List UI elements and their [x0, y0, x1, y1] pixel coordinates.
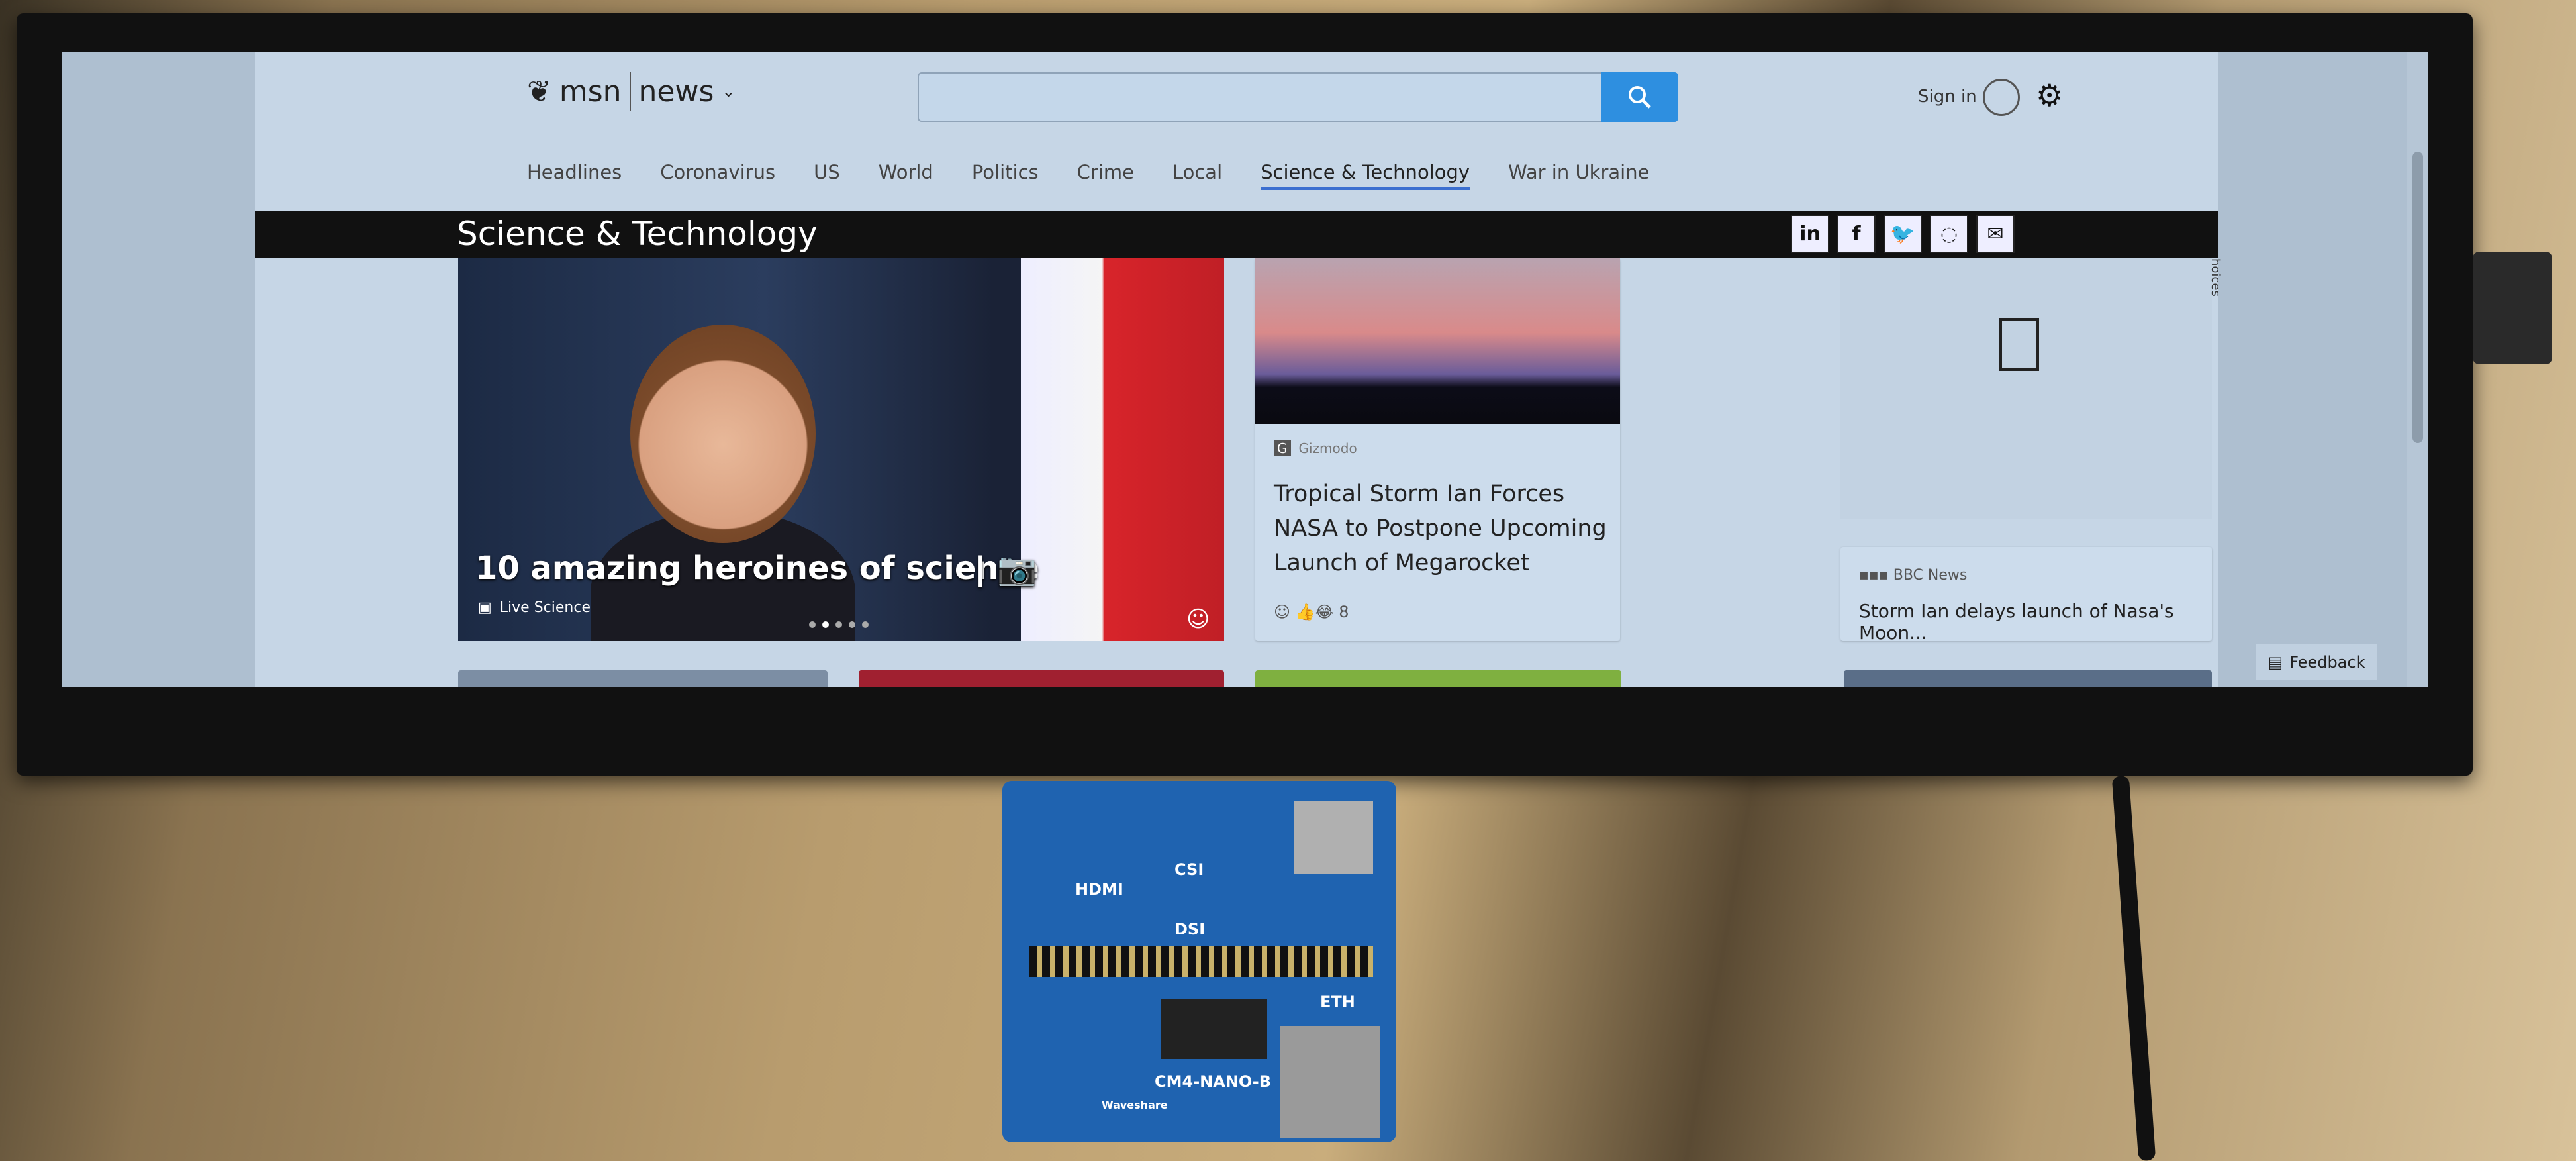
bbc-logo-icon: ▪▪▪	[1859, 567, 1893, 583]
search-input[interactable]	[918, 72, 1678, 122]
search-button[interactable]	[1601, 72, 1678, 122]
gizmodo-logo-icon: G	[1274, 440, 1291, 456]
tab-coronavirus[interactable]: Coronavirus	[660, 161, 775, 190]
gpio-header	[1029, 946, 1373, 977]
hero-photo-face	[630, 325, 816, 543]
logo-divider	[629, 72, 631, 111]
browser-screen: ❦ msn news ⌄ Sign in ⚙ Headlines Coronav…	[62, 52, 2428, 687]
avatar-icon[interactable]	[1983, 79, 2020, 116]
reactions[interactable]: ☺ 👍😂 8	[1274, 603, 1349, 621]
feedback-icon: ▤	[2267, 653, 2283, 672]
usb-port	[1294, 801, 1373, 874]
carousel-dots[interactable]	[809, 621, 869, 628]
whatsapp-icon[interactable]: ◌	[1930, 215, 1968, 253]
chip	[1161, 999, 1267, 1059]
butterfly-icon: ❦	[527, 74, 551, 109]
news-card-gizmodo[interactable]: G Gizmodo Tropical Storm Ian Forces NASA …	[1255, 258, 1620, 641]
scrollbar[interactable]	[2407, 52, 2428, 687]
camera-icon: | 📷	[975, 550, 1037, 587]
card-headline[interactable]: Storm Ian delays launch of Nasa's Moon..…	[1859, 600, 2212, 644]
tab-headlines[interactable]: Headlines	[527, 161, 622, 190]
ethernet-port	[1280, 1026, 1380, 1138]
source-logo-icon: ▣	[478, 599, 492, 616]
gear-icon[interactable]: ⚙	[2036, 77, 2063, 113]
reaction-icon[interactable]: ☺	[1186, 606, 1210, 632]
tab-world[interactable]: World	[879, 161, 933, 190]
tab-crime[interactable]: Crime	[1077, 161, 1134, 190]
section-dropdown[interactable]: news	[639, 75, 714, 109]
cable	[2111, 775, 2156, 1161]
news-tile[interactable]	[859, 670, 1224, 687]
ad-placeholder: hoices	[1840, 258, 2222, 519]
reaction-icon: ☺ 👍😂	[1274, 603, 1334, 621]
search-icon	[1629, 85, 1651, 109]
card-headline[interactable]: Tropical Storm Ian Forces NASA to Postpo…	[1274, 477, 1611, 580]
tab-local[interactable]: Local	[1172, 161, 1222, 190]
feedback-button[interactable]: ▤ Feedback	[2256, 644, 2377, 680]
flag-image	[1021, 258, 1224, 641]
hero-source: ▣ Live Science	[478, 599, 591, 616]
tab-science-technology[interactable]: Science & Technology	[1261, 161, 1470, 190]
monitor-mount	[2473, 252, 2552, 364]
ad-choices-label[interactable]: hoices	[2209, 258, 2222, 297]
hero-headline[interactable]: 10 amazing heroines of science	[475, 550, 1039, 587]
chevron-down-icon: ⌄	[722, 82, 736, 101]
news-tile[interactable]	[1844, 670, 2212, 687]
section-title: Science & Technology	[457, 215, 818, 253]
email-icon[interactable]: ✉	[1976, 215, 2015, 253]
rocket-launch-image	[1255, 258, 1620, 424]
msn-page: ❦ msn news ⌄ Sign in ⚙ Headlines Coronav…	[255, 52, 2222, 687]
msn-logo[interactable]: ❦ msn news ⌄	[527, 72, 736, 111]
section-bar: Science & Technology in f 🐦 ◌ ✉	[255, 211, 2218, 258]
linkedin-icon[interactable]: in	[1791, 215, 1829, 253]
news-card-bbc[interactable]: ▪▪▪ BBC News Storm Ian delays launch of …	[1840, 547, 2212, 644]
nav-bar: Headlines Coronavirus US World Politics …	[527, 161, 1649, 190]
tab-war-in-ukraine[interactable]: War in Ukraine	[1508, 161, 1649, 190]
twitter-icon[interactable]: 🐦	[1884, 215, 1922, 253]
sign-in-link[interactable]: Sign in	[1918, 87, 1977, 107]
facebook-icon[interactable]: f	[1837, 215, 1876, 253]
tab-us[interactable]: US	[814, 161, 840, 190]
broken-image-icon	[1999, 318, 2039, 371]
hero-slide[interactable]: 10 amazing heroines of science | 📷 ▣ Live…	[458, 258, 1224, 641]
news-tile[interactable]	[458, 670, 828, 687]
cm4-board: HDMI CSI DSI ETH CM4-NANO-B Waveshare	[1002, 781, 1396, 1142]
tab-politics[interactable]: Politics	[972, 161, 1039, 190]
scrollbar-thumb[interactable]	[2412, 152, 2423, 443]
news-tile[interactable]	[1255, 670, 1621, 687]
